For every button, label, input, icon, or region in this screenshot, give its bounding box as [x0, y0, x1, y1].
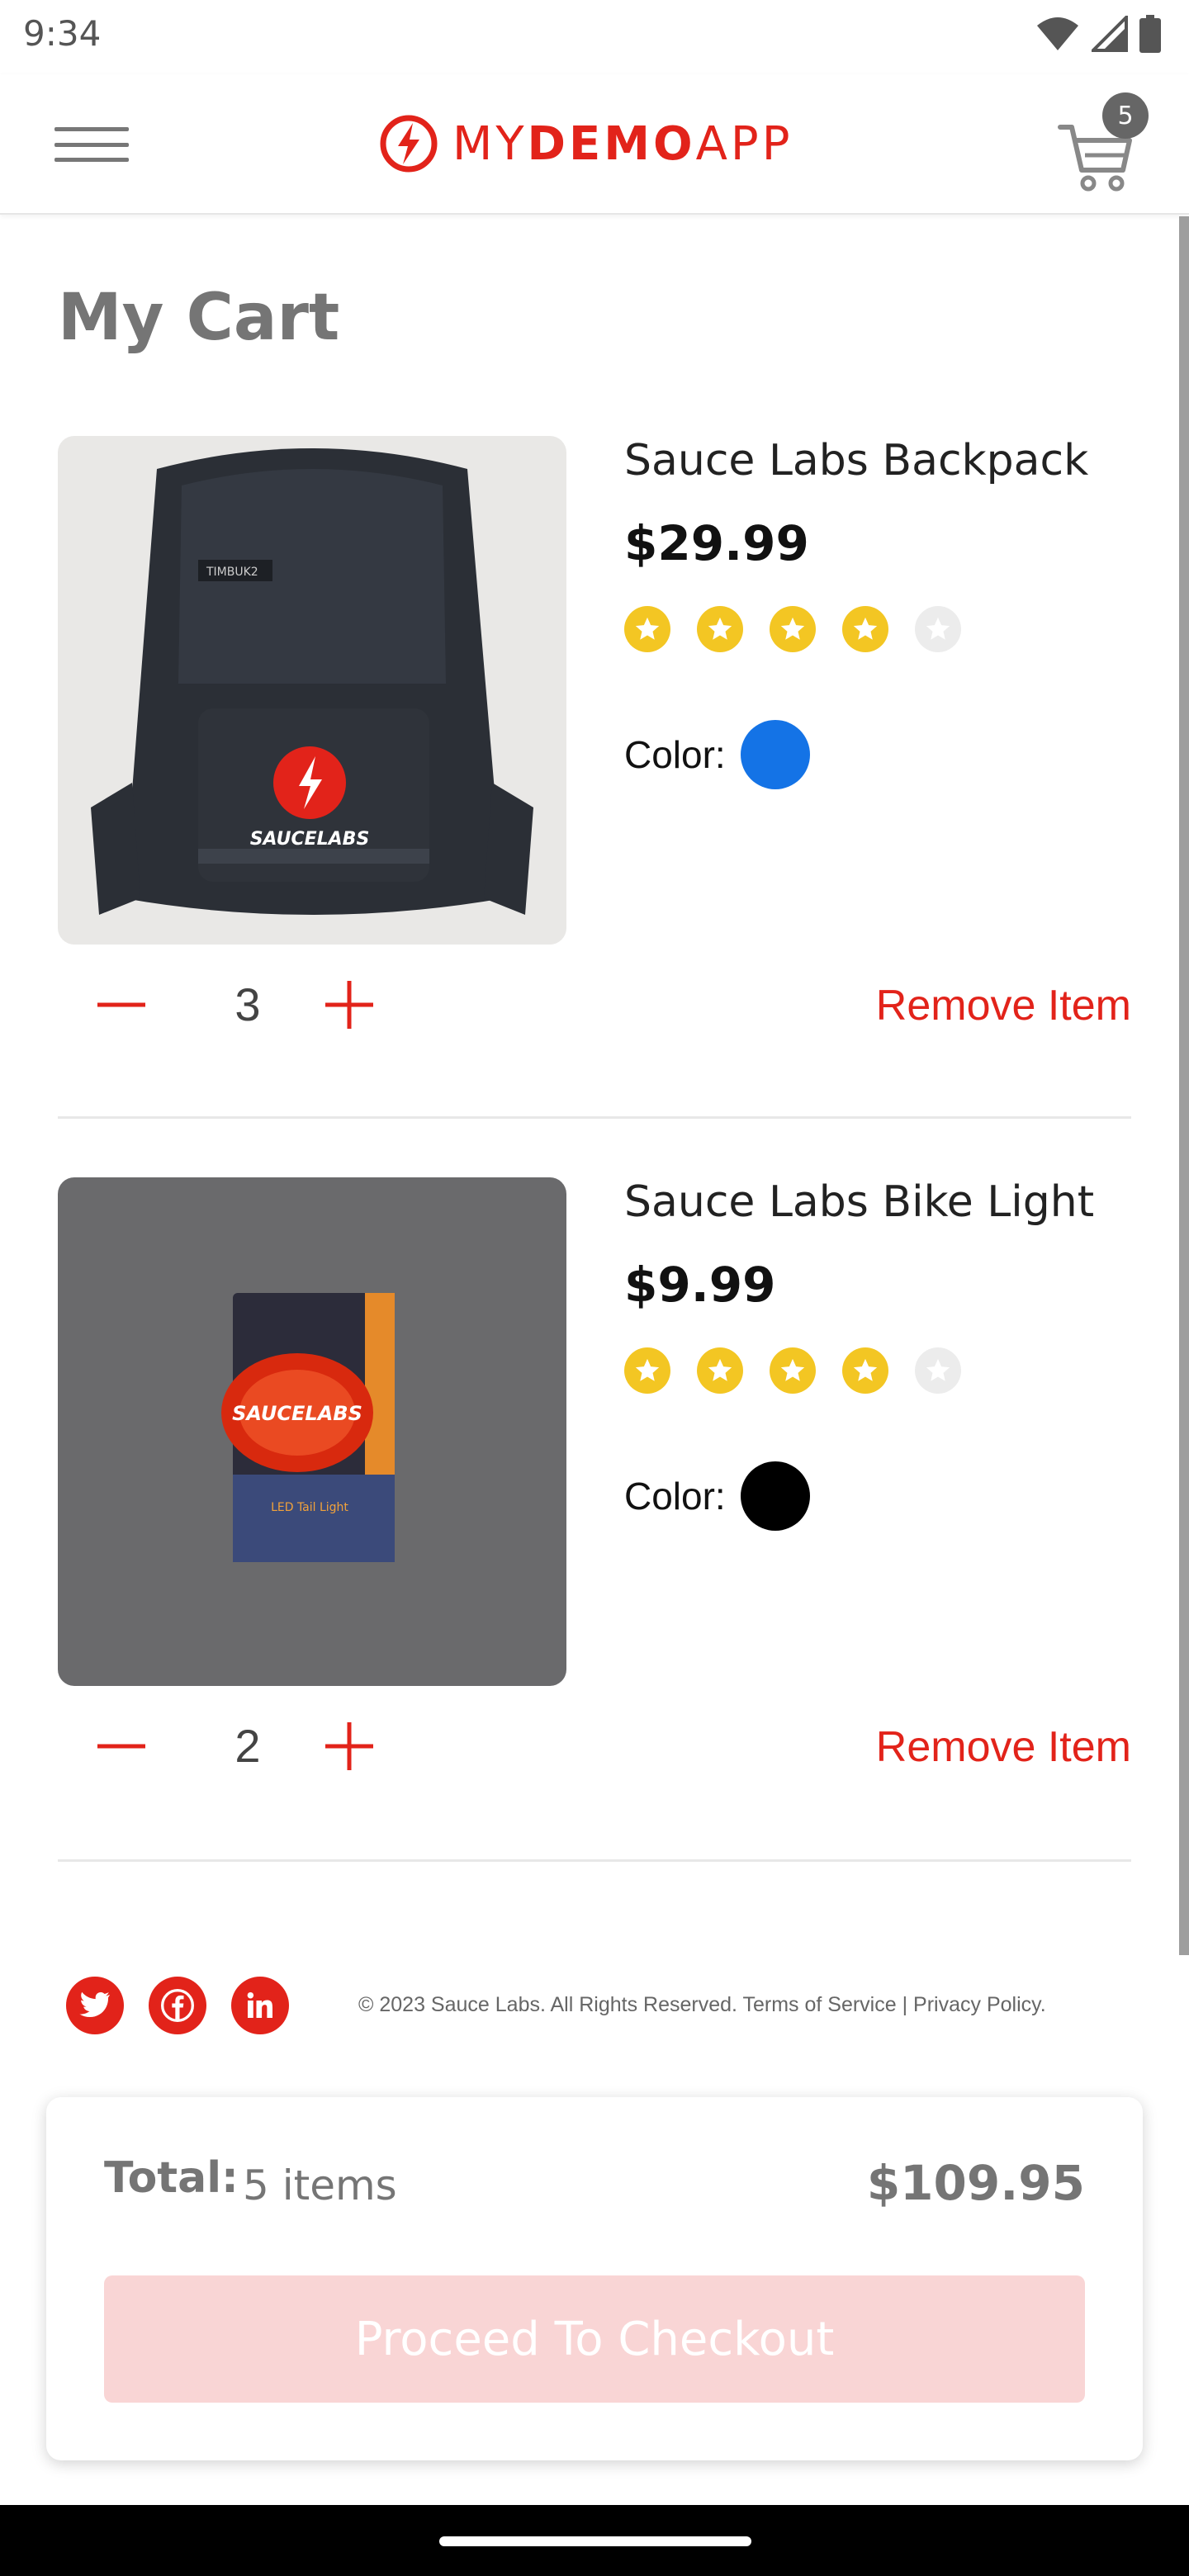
- product-name: Sauce Labs Backpack: [624, 436, 1089, 485]
- quantity-controls: 2 Remove Item: [58, 1714, 1131, 1780]
- wifi-icon: [1037, 17, 1078, 50]
- divider: [58, 1116, 1131, 1119]
- remove-item-button[interactable]: Remove Item: [876, 1722, 1131, 1772]
- sauce-logo-icon: [380, 115, 438, 173]
- system-nav-bar: [0, 2505, 1189, 2576]
- scrollbar[interactable]: [1179, 216, 1189, 1955]
- page-title: My Cart: [58, 281, 340, 355]
- color-swatch: [740, 1461, 810, 1531]
- cart-screen: 9:34 MYDEMOAPP 5 My Cart TIMBUK2 SAUCELA…: [0, 0, 1189, 2576]
- signal-icon: [1092, 16, 1128, 52]
- star-icon[interactable]: [842, 606, 888, 652]
- svg-text:SAUCELABS: SAUCELABS: [250, 829, 370, 850]
- quantity-value: 3: [234, 978, 261, 1030]
- copyright-text: © 2023 Sauce Labs. All Rights Reserved. …: [358, 1993, 1046, 2016]
- product-image[interactable]: TIMBUK2 SAUCELABS: [58, 436, 566, 945]
- logo-text: MYDEMOAPP: [452, 116, 793, 171]
- terms-link[interactable]: Terms of Service: [742, 1993, 896, 2016]
- plus-icon[interactable]: [320, 1717, 378, 1775]
- product-name: Sauce Labs Bike Light: [624, 1177, 1095, 1227]
- star-icon[interactable]: [624, 1347, 670, 1394]
- star-empty-icon[interactable]: [915, 606, 961, 652]
- star-empty-icon[interactable]: [915, 1347, 961, 1394]
- product-image[interactable]: SAUCELABS LED Tail Light: [58, 1177, 566, 1686]
- hamburger-menu-icon[interactable]: [54, 116, 130, 173]
- quantity-value: 2: [234, 1720, 261, 1772]
- total-card: Total: 5 items $109.95 Proceed To Checko…: [46, 2097, 1143, 2460]
- color-row: Color:: [624, 1461, 810, 1531]
- star-icon[interactable]: [770, 606, 816, 652]
- cart-count-badge: 5: [1102, 92, 1149, 139]
- remove-item-button[interactable]: Remove Item: [876, 981, 1131, 1030]
- app-logo: MYDEMOAPP: [380, 111, 793, 177]
- star-icon[interactable]: [770, 1347, 816, 1394]
- product-price: $29.99: [624, 515, 809, 571]
- app-header: MYDEMOAPP 5: [0, 74, 1189, 215]
- plus-icon[interactable]: [320, 976, 378, 1034]
- total-amount: $109.95: [866, 2155, 1085, 2211]
- color-label: Color:: [624, 1475, 726, 1518]
- star-icon[interactable]: [697, 606, 743, 652]
- color-row: Color:: [624, 720, 810, 789]
- quantity-controls: 3 Remove Item: [58, 973, 1131, 1039]
- total-items: 5 items: [243, 2162, 397, 2209]
- rating-stars: [624, 606, 961, 652]
- svg-text:TIMBUK2: TIMBUK2: [206, 566, 258, 579]
- twitter-icon[interactable]: [66, 1977, 124, 2034]
- total-label: Total:: [104, 2153, 239, 2203]
- proceed-to-checkout-button[interactable]: Proceed To Checkout: [104, 2275, 1085, 2403]
- svg-text:SAUCELABS: SAUCELABS: [232, 1402, 362, 1425]
- minus-icon[interactable]: [92, 976, 150, 1034]
- product-price: $9.99: [624, 1257, 776, 1313]
- star-icon[interactable]: [697, 1347, 743, 1394]
- divider: [58, 1859, 1131, 1862]
- battery-icon: [1139, 15, 1161, 53]
- privacy-link[interactable]: Privacy Policy.: [913, 1993, 1046, 2016]
- bike-light-image: SAUCELABS LED Tail Light: [58, 1177, 566, 1686]
- svg-text:LED Tail Light: LED Tail Light: [271, 1501, 348, 1514]
- facebook-icon[interactable]: [149, 1977, 206, 2034]
- linkedin-icon[interactable]: [231, 1977, 289, 2034]
- status-bar: 9:34: [0, 0, 1189, 74]
- rating-stars: [624, 1347, 961, 1394]
- backpack-image: TIMBUK2 SAUCELABS: [58, 436, 566, 945]
- status-icons: [1035, 15, 1161, 53]
- star-icon[interactable]: [624, 606, 670, 652]
- minus-icon[interactable]: [92, 1717, 150, 1775]
- star-icon[interactable]: [842, 1347, 888, 1394]
- cart-button[interactable]: 5: [1057, 92, 1149, 195]
- status-time: 9:34: [23, 13, 102, 54]
- color-label: Color:: [624, 733, 726, 776]
- color-swatch: [740, 720, 810, 789]
- social-links: [66, 1977, 289, 2034]
- home-indicator[interactable]: [439, 2536, 751, 2546]
